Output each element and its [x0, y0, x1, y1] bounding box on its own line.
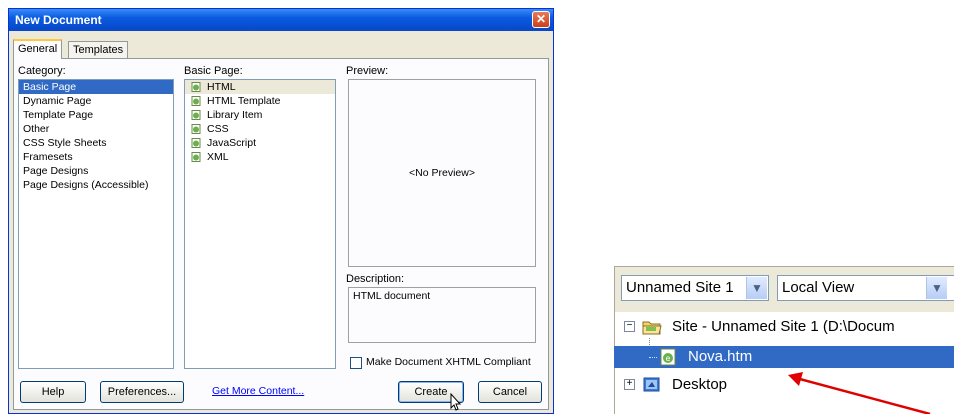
- xhtml-checkbox-label[interactable]: Make Document XHTML Compliant: [366, 356, 531, 368]
- document-icon: [191, 82, 201, 92]
- tree-row-desktop[interactable]: + Desktop: [614, 374, 954, 396]
- tree-label: Desktop: [672, 376, 728, 393]
- basic-page-item-label: JavaScript: [207, 137, 257, 149]
- category-item[interactable]: Page Designs: [19, 164, 173, 178]
- expand-icon[interactable]: +: [624, 379, 635, 390]
- site-select-value: Unnamed Site 1: [626, 279, 734, 296]
- site-select[interactable]: Unnamed Site 1 ▼: [621, 275, 769, 301]
- help-button[interactable]: Help: [20, 381, 86, 403]
- basic-page-item[interactable]: CSS: [185, 122, 335, 136]
- category-item[interactable]: Basic Page: [19, 80, 173, 94]
- basic-page-list[interactable]: HTML HTML Template Library Item CSS JavaScri…: [184, 79, 336, 369]
- description-box: HTML document: [348, 287, 536, 343]
- tab-templates[interactable]: Templates: [68, 41, 129, 58]
- category-item[interactable]: Template Page: [19, 108, 173, 122]
- basic-page-item-label: CSS: [207, 123, 229, 135]
- tree-row-file-selected[interactable]: e Nova.htm: [614, 346, 954, 368]
- dialog-title: New Document: [15, 13, 102, 27]
- category-item[interactable]: Dynamic Page: [19, 94, 173, 108]
- mouse-pointer-icon: [450, 393, 462, 411]
- close-icon[interactable]: ✕: [532, 11, 550, 28]
- basic-page-item-label: HTML Template: [207, 95, 281, 107]
- basic-page-item[interactable]: HTML Template: [185, 94, 335, 108]
- category-list[interactable]: Basic Page Dynamic Page Template Page Other…: [18, 79, 174, 369]
- basic-page-item[interactable]: XML: [185, 150, 335, 164]
- chevron-down-icon[interactable]: ▼: [746, 277, 767, 299]
- svg-text:e: e: [666, 354, 671, 363]
- cancel-button[interactable]: Cancel: [478, 381, 542, 403]
- tab-general[interactable]: General: [13, 39, 63, 59]
- basic-page-item-label: XML: [207, 151, 229, 163]
- view-select[interactable]: Local View ▼: [777, 275, 954, 301]
- document-icon: [191, 138, 201, 148]
- xhtml-checkbox[interactable]: [350, 357, 362, 369]
- basic-page-item[interactable]: JavaScript: [185, 136, 335, 150]
- chevron-down-icon[interactable]: ▼: [926, 277, 947, 299]
- tree-row-site[interactable]: − Site - Unnamed Site 1 (D:\Docum: [614, 316, 954, 338]
- document-icon: [191, 110, 201, 120]
- new-document-dialog: New Document ✕ General Templates Categor…: [8, 8, 554, 414]
- tree-label: Nova.htm: [688, 348, 753, 365]
- document-icon: [191, 124, 201, 134]
- general-tab-panel: Category: Basic Page Dynamic Page Template…: [13, 58, 549, 411]
- category-item[interactable]: Page Designs (Accessible): [19, 178, 173, 192]
- tree-connector: [649, 357, 657, 358]
- files-panel: Unnamed Site 1 ▼ Local View ▼ − Site - U…: [614, 266, 954, 414]
- basic-page-item[interactable]: Library Item: [185, 108, 335, 122]
- desktop-icon: [643, 377, 660, 392]
- tree-label: Site - Unnamed Site 1 (D:\Docum: [672, 318, 895, 335]
- document-icon: e: [660, 348, 676, 366]
- basic-page-item-label: Library Item: [207, 109, 263, 121]
- preview-label: Preview:: [346, 65, 389, 77]
- basic-page-label: Basic Page:: [184, 65, 243, 77]
- category-item[interactable]: Framesets: [19, 150, 173, 164]
- category-item[interactable]: CSS Style Sheets: [19, 136, 173, 150]
- category-label: Category:: [18, 65, 66, 77]
- no-preview-text: <No Preview>: [409, 167, 475, 179]
- preview-area: <No Preview>: [348, 79, 536, 267]
- document-icon: [191, 96, 201, 106]
- folder-icon: [642, 321, 662, 335]
- get-more-content-link[interactable]: Get More Content...: [212, 385, 304, 397]
- category-item[interactable]: Other: [19, 122, 173, 136]
- collapse-icon[interactable]: −: [624, 321, 635, 332]
- basic-page-item[interactable]: HTML: [185, 80, 335, 94]
- description-label: Description:: [346, 273, 405, 285]
- files-toolbar: Unnamed Site 1 ▼ Local View ▼: [614, 266, 954, 312]
- document-icon: [191, 152, 201, 162]
- dialog-titlebar[interactable]: New Document ✕: [9, 9, 553, 31]
- description-text: HTML document: [353, 290, 431, 302]
- view-select-value: Local View: [782, 279, 855, 296]
- basic-page-item-label: HTML: [207, 81, 236, 93]
- preferences-button[interactable]: Preferences...: [100, 381, 184, 403]
